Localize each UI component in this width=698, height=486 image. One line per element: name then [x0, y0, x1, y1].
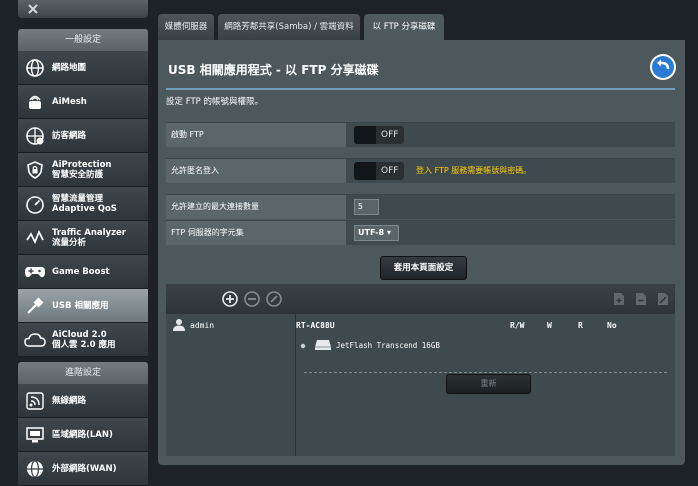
sidebar-item-label: Traffic Analyzer: [52, 227, 126, 238]
enable-ftp-row: 啟動 FTP OFF: [166, 122, 675, 147]
apply-button[interactable]: 套用本頁面設定: [380, 256, 467, 280]
rename-button[interactable]: 重新: [446, 374, 531, 394]
toggle-state: OFF: [381, 130, 399, 140]
sidebar-item-label: 外部網路(WAN): [52, 463, 117, 474]
folder-permissions: RT-AC88U R/W W R No JetFlash Transcend 1…: [296, 314, 675, 456]
toggle-knob: [354, 126, 376, 144]
advanced-settings-header: 進階設定: [18, 362, 148, 384]
lan-icon: [24, 424, 46, 446]
title-divider: [166, 88, 675, 90]
sidebar-item-label: USB 相關應用: [52, 300, 109, 311]
page-description: 設定 FTP 的帳號與權限。: [166, 97, 263, 107]
shield-lock-icon: [24, 159, 46, 181]
device-name: RT-AC88U: [296, 321, 335, 330]
add-user-icon[interactable]: [222, 291, 238, 307]
anonymous-login-row: 允許匿名登入 OFF 登入 FTP 服務需要帳號與密碼。: [166, 158, 675, 183]
charset-row: FTP 伺服器的字元集 UTF-8 ▾: [166, 220, 675, 245]
charset-label: FTP 伺服器的字元集: [166, 221, 346, 245]
tab-samba-cloud-disk[interactable]: 網路芳鄰共享(Samba) / 雲端資料: [218, 14, 360, 40]
sidebar-item-aicloud[interactable]: AiCloud 2.0 個人雲 2.0 應用: [18, 323, 148, 357]
sidebar-item-label: 網路地圖: [52, 62, 87, 73]
charset-select[interactable]: UTF-8 ▾: [354, 225, 399, 241]
user-name[interactable]: admin: [190, 321, 214, 330]
permission-column-rw: R/W: [510, 321, 525, 330]
speedometer-icon: [24, 193, 46, 215]
collapse-icon: [28, 4, 38, 14]
sidebar-item-label: 智慧流量管理: [52, 193, 104, 204]
permission-column-r: R: [578, 321, 583, 330]
tab-media-server[interactable]: 媒體伺服器: [158, 14, 214, 40]
enable-ftp-toggle[interactable]: OFF: [354, 126, 404, 144]
collapse-button[interactable]: [18, 0, 148, 18]
dashed-divider: [304, 372, 667, 373]
max-connections-input[interactable]: 5: [354, 199, 379, 215]
permission-column-no: No: [607, 321, 617, 330]
permissions-toolbar: [166, 284, 675, 314]
user-list: admin: [166, 314, 296, 456]
guest-network-icon: [24, 125, 46, 147]
sidebar-item-label: 區域網路(LAN): [52, 429, 113, 440]
sidebar-item-label: AiProtection: [52, 159, 112, 170]
add-folder-icon[interactable]: [611, 291, 627, 307]
sidebar-item-aimesh[interactable]: AiMesh: [18, 85, 148, 119]
sidebar-item-network-map[interactable]: 網路地圖: [18, 51, 148, 85]
anonymous-login-toggle[interactable]: OFF: [354, 162, 404, 180]
sidebar-item-adaptive-qos[interactable]: 智慧流量管理 Adaptive QoS: [18, 187, 148, 221]
edit-folder-icon[interactable]: [655, 291, 671, 307]
sidebar-item-usb-application[interactable]: USB 相關應用: [18, 289, 148, 323]
wireless-icon: [24, 390, 46, 412]
tab-ftp-share[interactable]: 以 FTP 分享磁碟: [364, 14, 444, 40]
sidebar: 一般設定 網路地圖 AiMesh 訪客網路 AiProtection 智慧安全防護…: [0, 0, 158, 486]
permission-column-w: W: [547, 321, 552, 330]
mesh-router-icon: [24, 91, 46, 113]
page-title: USB 相關應用程式 - 以 FTP 分享磁碟: [168, 63, 379, 77]
sidebar-item-sublabel: 智慧安全防護: [52, 169, 104, 180]
back-button[interactable]: [650, 54, 676, 80]
traffic-icon: [24, 227, 46, 249]
disk-name[interactable]: JetFlash Transcend 16GB: [336, 341, 440, 350]
remove-user-icon[interactable]: [244, 291, 260, 307]
max-connections-row: 允許建立的最大連接數量 5: [166, 194, 675, 219]
sidebar-item-sublabel: 流量分析: [52, 237, 87, 248]
sidebar-item-sublabel: Adaptive QoS: [52, 203, 117, 214]
sidebar-item-guest-network[interactable]: 訪客網路: [18, 119, 148, 153]
max-connections-label: 允許建立的最大連接數量: [166, 195, 346, 219]
main-panel: USB 相關應用程式 - 以 FTP 分享磁碟 設定 FTP 的帳號與權限。 啟…: [158, 40, 685, 465]
back-arrow-icon: [652, 56, 674, 78]
globe-icon: [24, 57, 46, 79]
usb-disk-icon: [315, 340, 331, 350]
enable-ftp-label: 啟動 FTP: [166, 123, 346, 147]
sidebar-item-label: AiCloud 2.0: [52, 329, 107, 340]
gamepad-icon: [24, 261, 46, 283]
toggle-knob: [354, 162, 376, 180]
expand-icon[interactable]: [300, 343, 306, 349]
sidebar-item-lan[interactable]: 區域網路(LAN): [18, 418, 148, 452]
sidebar-item-label: AiMesh: [52, 96, 87, 107]
usb-icon: [24, 295, 46, 317]
sidebar-item-wan[interactable]: 外部網路(WAN): [18, 452, 148, 486]
wan-globe-icon: [24, 458, 46, 480]
cloud-icon: [24, 329, 46, 351]
anonymous-login-label: 允許匿名登入: [166, 159, 346, 183]
sidebar-item-label: Game Boost: [52, 266, 110, 277]
sidebar-item-label: 無線網路: [52, 395, 87, 406]
delete-folder-icon[interactable]: [633, 291, 649, 307]
edit-user-icon[interactable]: [266, 291, 282, 307]
general-settings-header: 一般設定: [18, 29, 148, 51]
sidebar-item-aiprotection[interactable]: AiProtection 智慧安全防護: [18, 153, 148, 187]
sidebar-item-wireless[interactable]: 無線網路: [18, 384, 148, 418]
sidebar-item-sublabel: 個人雲 2.0 應用: [52, 339, 116, 350]
toggle-state: OFF: [381, 166, 399, 176]
sidebar-item-game-boost[interactable]: Game Boost: [18, 255, 148, 289]
user-icon: [173, 319, 185, 331]
anonymous-login-hint: 登入 FTP 服務需要帳號與密碼。: [416, 166, 532, 175]
sidebar-item-label: 訪客網路: [52, 130, 87, 141]
sidebar-item-traffic-analyzer[interactable]: Traffic Analyzer 流量分析: [18, 221, 148, 255]
